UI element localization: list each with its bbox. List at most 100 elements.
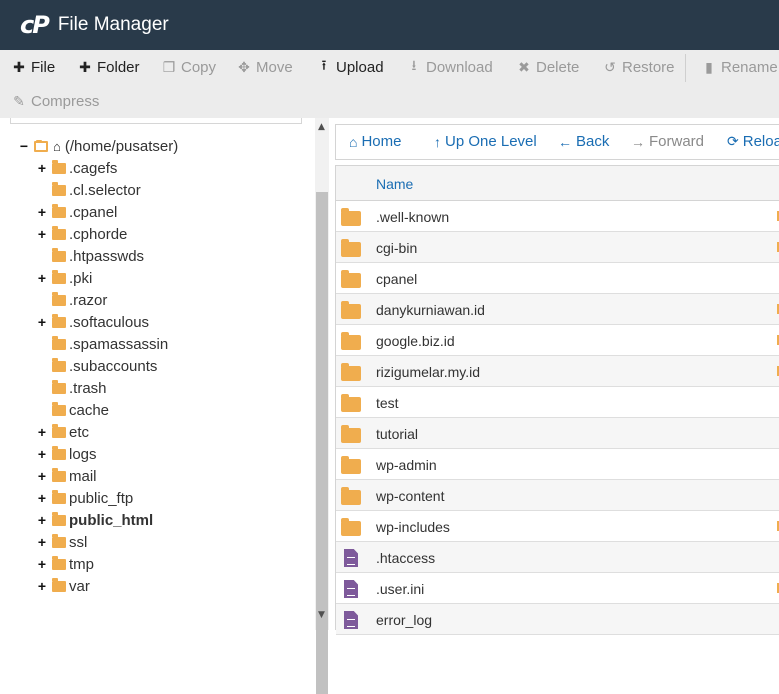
expand-icon[interactable]: +	[36, 534, 48, 550]
table-row[interactable]: cpanel	[336, 263, 779, 294]
tree-item[interactable]: + .softaculous	[36, 311, 149, 333]
expand-icon[interactable]: +	[36, 314, 48, 330]
file-name[interactable]: cgi-bin	[376, 240, 417, 256]
compress-button[interactable]: ✎ Compress	[12, 84, 99, 118]
tree-root[interactable]: − ⌂ (/home/pusatser)	[18, 135, 178, 157]
file-name[interactable]: danykurniawan.id	[376, 302, 485, 318]
app-header: cP File Manager	[0, 0, 779, 50]
scroll-down-icon[interactable]: ▼	[318, 610, 325, 620]
folder-icon	[52, 247, 66, 262]
tree-item[interactable]: + var	[36, 575, 90, 597]
tree-item[interactable]: + ssl	[36, 531, 87, 553]
file-name[interactable]: .htaccess	[376, 550, 435, 566]
tree-item[interactable]: + mail	[36, 465, 97, 487]
tree-item-label: public_ftp	[69, 489, 134, 507]
table-row[interactable]: rizigumelar.my.id	[336, 356, 779, 387]
table-row[interactable]: wp-includes	[336, 511, 779, 542]
tree-item[interactable]: + public_html	[36, 509, 153, 531]
tree-item[interactable]: .trash	[36, 377, 107, 399]
tree-item[interactable]: .htpasswds	[36, 245, 144, 267]
rename-button[interactable]: ▮ Rename	[702, 50, 778, 84]
expand-icon[interactable]: +	[36, 490, 48, 506]
move-button[interactable]: ✥ Move	[237, 50, 293, 84]
tree-item[interactable]: + tmp	[36, 553, 94, 575]
back-button[interactable]: ← Back	[558, 133, 609, 150]
tree-item[interactable]: + .cpanel	[36, 201, 117, 223]
restore-icon: ↺	[604, 58, 616, 75]
tree-item-label: .pki	[69, 269, 93, 287]
expand-icon[interactable]: +	[36, 512, 48, 528]
tree-item[interactable]: cache	[36, 399, 109, 421]
home-button[interactable]: ⌂ Home	[349, 133, 401, 150]
file-name[interactable]: wp-admin	[376, 457, 437, 473]
table-row[interactable]: .user.ini	[336, 573, 779, 604]
tree-search-box[interactable]	[10, 118, 302, 124]
file-name[interactable]: wp-includes	[376, 519, 450, 535]
expand-icon[interactable]: +	[36, 270, 48, 286]
copy-button[interactable]: ❐ Copy	[162, 50, 216, 84]
nav-bar: ⌂ Home ↑ Up One Level ← Back → Forward ⟳ Relo…	[335, 124, 779, 160]
upload-button[interactable]: ⭱ Upload	[317, 50, 384, 84]
file-name[interactable]: google.biz.id	[376, 333, 455, 349]
cpanel-logo[interactable]: cP	[20, 11, 50, 39]
file-name[interactable]: error_log	[376, 612, 432, 628]
folder-icon	[52, 379, 66, 394]
file-name[interactable]: wp-content	[376, 488, 444, 504]
table-row[interactable]: tutorial	[336, 418, 779, 449]
expand-icon[interactable]: +	[36, 468, 48, 484]
tree-item[interactable]: .subaccounts	[36, 355, 157, 377]
tree-item[interactable]: + public_ftp	[36, 487, 133, 509]
tree-item[interactable]: .razor	[36, 289, 107, 311]
file-name[interactable]: .well-known	[376, 209, 449, 225]
expand-icon[interactable]: +	[36, 578, 48, 594]
tree-item-label: .cl.selector	[69, 181, 141, 199]
expand-icon[interactable]: +	[36, 424, 48, 440]
file-name[interactable]: .user.ini	[376, 581, 424, 597]
reload-button[interactable]: ⟳Reload	[727, 133, 779, 150]
scroll-up-icon[interactable]: ▲	[318, 122, 325, 132]
table-row[interactable]: .htaccess	[336, 542, 779, 573]
tree-item[interactable]: + .cagefs	[36, 157, 117, 179]
table-row[interactable]: test	[336, 387, 779, 418]
up-one-level-button[interactable]: ↑ Up One Level	[434, 133, 537, 150]
delete-button[interactable]: ✖ Delete	[517, 50, 579, 84]
folder-icon	[52, 423, 66, 438]
table-row[interactable]: .well-known	[336, 201, 779, 232]
new-folder-button[interactable]: ✚ Folder	[78, 50, 139, 84]
tree-item[interactable]: + etc	[36, 421, 89, 443]
expand-icon[interactable]: +	[36, 204, 48, 220]
tree-item-label: .razor	[69, 291, 108, 309]
table-row[interactable]: wp-content	[336, 480, 779, 511]
forward-button[interactable]: → Forward	[631, 133, 704, 150]
name-column-header[interactable]: Name	[376, 176, 413, 192]
expand-icon[interactable]: +	[36, 160, 48, 176]
file-name[interactable]: tutorial	[376, 426, 418, 442]
table-row[interactable]: danykurniawan.id	[336, 294, 779, 325]
file-name[interactable]: rizigumelar.my.id	[376, 364, 480, 380]
tree-item[interactable]: + logs	[36, 443, 97, 465]
file-name[interactable]: test	[376, 395, 399, 411]
new-file-button[interactable]: ✚ File	[12, 50, 55, 84]
tree-item[interactable]: .cl.selector	[36, 179, 141, 201]
arrow-right-icon: →	[631, 133, 645, 150]
restore-button[interactable]: ↺ Restore	[603, 50, 674, 84]
expand-icon[interactable]: +	[36, 446, 48, 462]
table-row[interactable]: wp-admin	[336, 449, 779, 480]
collapse-icon[interactable]: −	[18, 138, 30, 154]
folder-icon	[52, 269, 66, 284]
tree-item[interactable]: + .pki	[36, 267, 92, 289]
table-row[interactable]: google.biz.id	[336, 325, 779, 356]
expand-icon[interactable]: +	[36, 226, 48, 242]
folder-icon	[341, 518, 361, 536]
tree-scrollbar[interactable]: ▲ ▼	[315, 118, 329, 694]
tree-item[interactable]: .spamassassin	[36, 333, 168, 355]
expand-icon[interactable]: +	[36, 556, 48, 572]
folder-icon	[52, 577, 66, 592]
file-name[interactable]: cpanel	[376, 271, 417, 287]
folder-icon	[341, 332, 361, 350]
table-row[interactable]: error_log	[336, 604, 779, 635]
home-icon: ⌂	[53, 138, 61, 154]
table-row[interactable]: cgi-bin	[336, 232, 779, 263]
download-button[interactable]: ⭳ Download	[407, 50, 493, 84]
tree-item[interactable]: + .cphorde	[36, 223, 127, 245]
